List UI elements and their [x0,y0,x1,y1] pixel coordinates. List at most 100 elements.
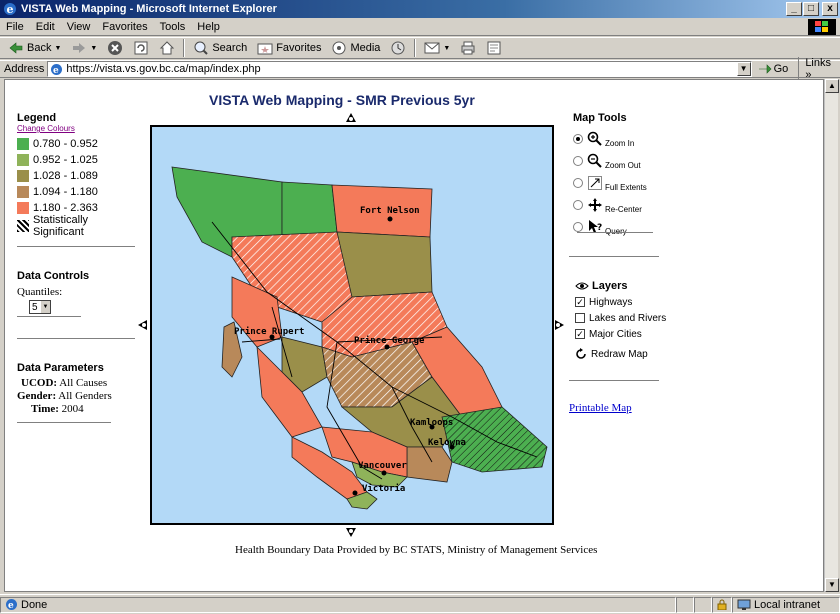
close-button[interactable]: x [822,2,838,16]
media-icon [332,41,346,55]
legend-swatch [17,186,29,198]
city-label-victoria: Victoria [362,483,405,494]
print-icon [461,41,475,55]
data-credit: Health Boundary Data Provided by BC STAT… [235,544,598,556]
quantiles-label: Quantiles: [17,286,63,298]
bc-choropleth-map: Fort Nelson Prince Rupert Prince George … [171,166,548,510]
divider [577,232,653,233]
media-button[interactable]: Media [327,38,384,58]
data-controls-panel: Data Controls Quantiles: 5 ▼ [17,270,107,314]
zoom-in-icon [587,131,602,146]
window-titlebar: e VISTA Web Mapping - Microsoft Internet… [0,0,840,18]
stop-button[interactable] [103,38,127,58]
window-title: VISTA Web Mapping - Microsoft Internet E… [21,3,277,15]
lock-icon [717,599,727,610]
tool-re-center[interactable]: Re-Center [573,194,663,216]
re-center-icon [588,198,602,212]
minimize-button[interactable]: _ [786,2,802,16]
toolbar-separator [183,39,186,57]
edit-icon [487,41,501,55]
address-dropdown-button[interactable]: ▼ [736,62,751,76]
tool-query-radio[interactable] [573,222,583,232]
quantiles-select[interactable]: 5 ▼ [29,300,51,314]
mail-button[interactable]: ▼ [420,38,454,58]
layer-highways-checkbox[interactable]: ✓ [575,297,585,307]
tool-zoom-out[interactable]: Zoom Out [573,150,663,172]
back-button[interactable]: Back ▼ [4,38,65,58]
scroll-down-button[interactable]: ▼ [825,578,839,592]
favorites-button[interactable]: Favorites [253,38,325,58]
address-input[interactable]: e https://vista.vs.gov.bc.ca/map/index.p… [47,61,752,77]
region-north-central[interactable] [281,181,338,238]
tool-zoom-out-radio[interactable] [573,156,583,166]
page-content: VISTA Web Mapping - SMR Previous 5yr Leg… [4,79,824,592]
go-button[interactable]: Go [758,63,788,75]
tool-re-center-radio[interactable] [573,200,583,210]
legend-item: 0.952 - 1.025 [17,152,135,168]
redraw-map-button[interactable]: Redraw Map [575,346,675,362]
tool-query[interactable]: ? Query [573,216,663,238]
address-url: https://vista.vs.gov.bc.ca/map/index.php [66,63,261,75]
maximize-button[interactable]: □ [803,2,819,16]
home-button[interactable] [155,38,179,58]
chevron-down-icon: ▼ [443,44,451,52]
tool-full-extents-radio[interactable] [573,178,583,188]
divider [17,246,135,247]
chevron-down-icon: ▼ [54,44,62,52]
print-button[interactable] [456,38,480,58]
layer-major-cities-checkbox[interactable]: ✓ [575,329,585,339]
pan-north-icon[interactable] [345,112,357,124]
refresh-button[interactable] [129,38,153,58]
layer-lakes-rivers-checkbox[interactable] [575,313,585,323]
region-northeast-lower[interactable] [336,231,433,298]
tool-zoom-in-radio[interactable] [573,134,583,144]
menu-help[interactable]: Help [191,21,226,33]
chevron-down-icon: ▼ [41,301,50,313]
page-icon: e [6,599,17,611]
history-icon [391,41,405,55]
layer-major-cities[interactable]: ✓ Major Cities [575,326,675,342]
scroll-up-button[interactable]: ▲ [825,79,839,93]
data-parameters-panel: Data Parameters UCOD: All Causes Gender:… [17,362,117,415]
city-label-kamloops: Kamloops [410,418,453,428]
edit-button[interactable] [482,38,506,58]
city-label-prince-rupert: Prince Rupert [234,326,304,337]
divider [569,380,659,381]
svg-text:e: e [8,601,14,611]
forward-button[interactable]: ▼ [67,38,101,58]
change-colours-link[interactable]: Change Colours [17,124,135,133]
layer-highways[interactable]: ✓ Highways [575,294,675,310]
menu-view[interactable]: View [61,21,97,33]
data-parameters-title: Data Parameters [17,362,104,374]
menu-favorites[interactable]: Favorites [96,21,153,33]
menu-edit[interactable]: Edit [30,21,61,33]
pan-west-icon[interactable] [137,319,149,331]
menu-file[interactable]: File [0,21,30,33]
page-icon: e [51,63,63,76]
menu-tools[interactable]: Tools [154,21,192,33]
city-label-prince-george: Prince George [354,335,425,346]
svg-text:e: e [53,66,59,76]
printable-map-link[interactable]: Printable Map [569,402,632,414]
refresh-icon [134,41,148,55]
region-kelowna[interactable] [406,446,453,483]
forward-arrow-icon [73,43,86,53]
go-arrow-icon [758,64,772,74]
back-arrow-icon [9,42,23,54]
legend-swatch [17,202,29,214]
search-button[interactable]: Search [189,38,251,58]
vertical-scrollbar[interactable]: ▲ ▼ [824,79,839,592]
history-button[interactable] [386,38,410,58]
page-title: VISTA Web Mapping - SMR Previous 5yr [209,92,475,108]
param-ucod: UCOD: All Causes [21,377,108,389]
toolbar: Back ▼ ▼ Search Favorites Media ▼ [0,37,840,59]
tool-full-extents[interactable]: Full Extents [573,172,663,194]
layer-lakes-rivers[interactable]: Lakes and Rivers [575,310,675,326]
pan-south-icon[interactable] [345,526,357,538]
map-view[interactable]: Fort Nelson Prince Rupert Prince George … [150,125,554,525]
city-label-kelowna: Kelowna [428,438,466,448]
pan-east-icon[interactable] [553,319,565,331]
legend-panel: Legend Change Colours 0.780 - 0.952 0.95… [17,112,135,238]
links-button[interactable]: Links » [798,57,840,81]
tool-zoom-in[interactable]: Zoom In [573,128,663,150]
